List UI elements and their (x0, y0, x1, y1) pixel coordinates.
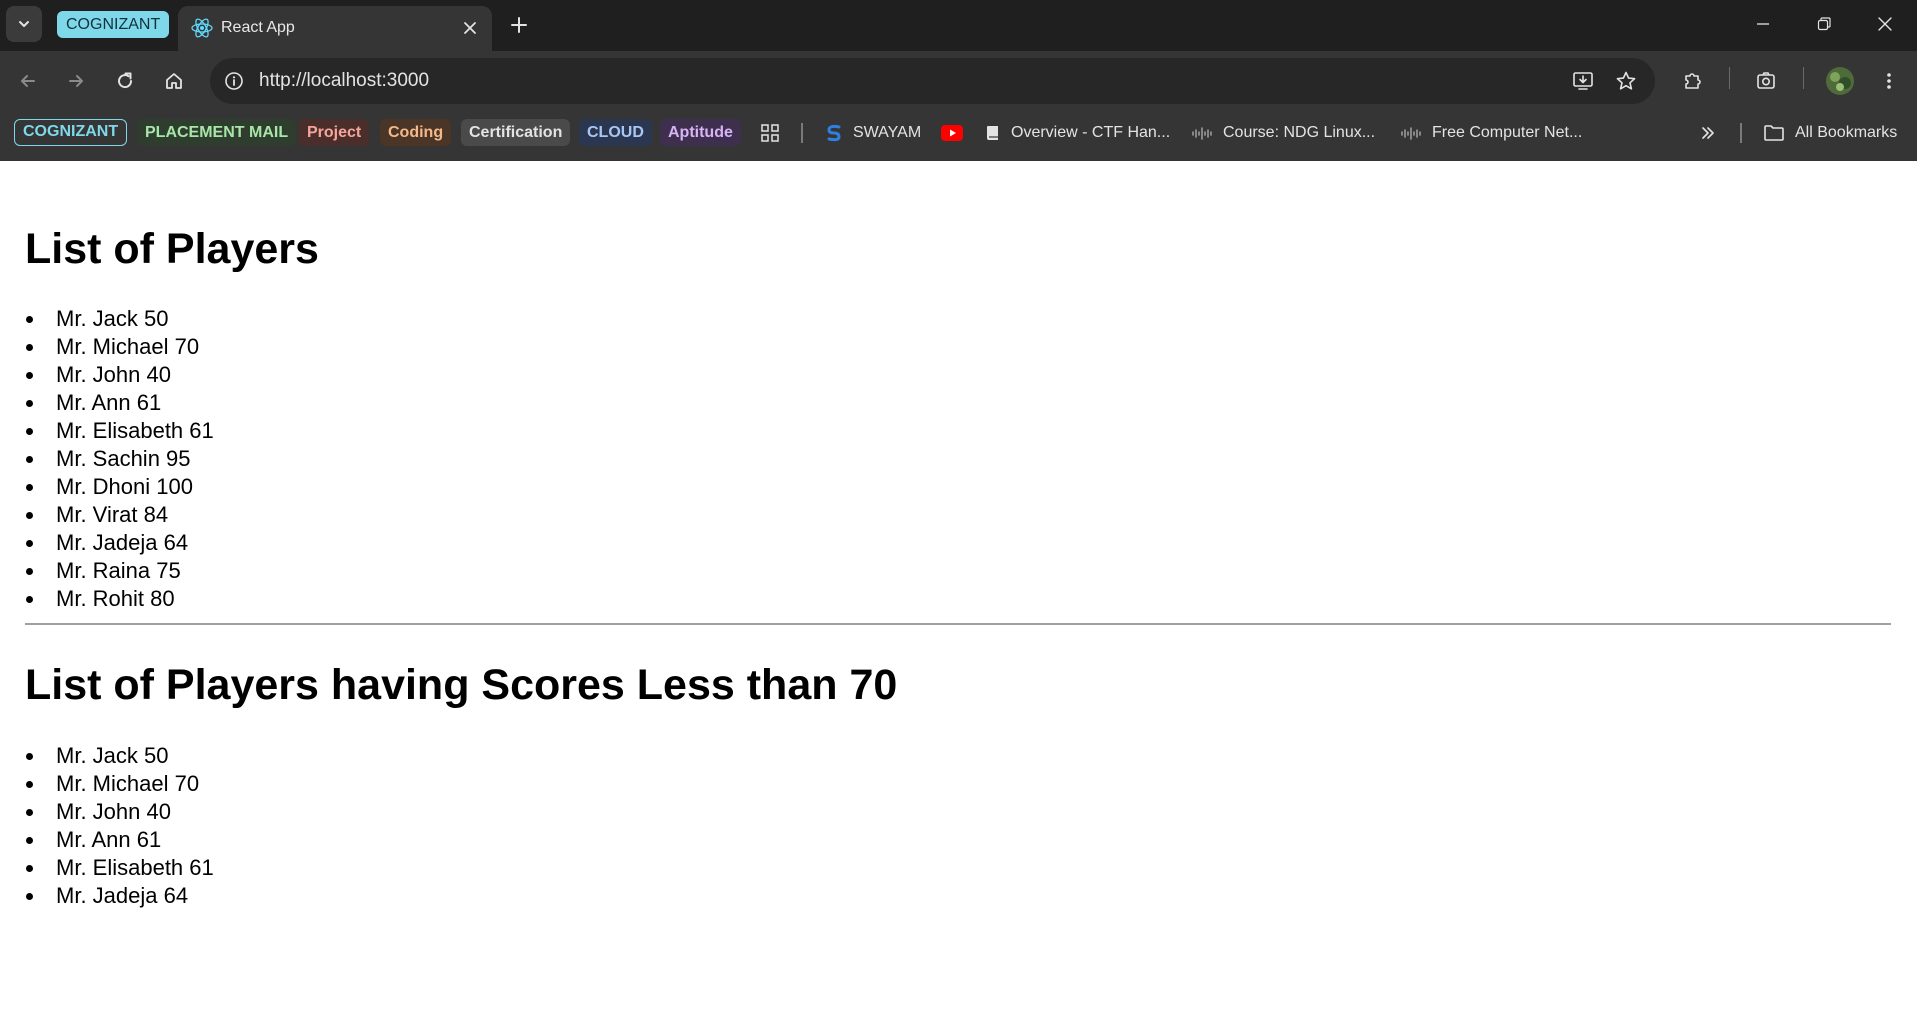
bookmark-ctf-handbook[interactable]: Overview - CTF Han... (985, 119, 1170, 146)
player-list-item: Mr. Jack 50 (25, 742, 214, 770)
plus-icon (511, 17, 527, 33)
restore-button[interactable] (1794, 0, 1854, 48)
player-list-item: Mr. Rohit 80 (25, 585, 214, 613)
home-icon (166, 73, 182, 89)
chevron-double-right-icon (1702, 126, 1714, 139)
player-list-item: Mr. Elisabeth 61 (25, 417, 214, 445)
bookmark-group-cognizant[interactable]: COGNIZANT (14, 119, 128, 146)
home-button[interactable] (156, 63, 192, 99)
player-list-item: Mr. Ann 61 (25, 389, 214, 417)
browser-chrome: COGNIZANT React App http://localhost:300… (0, 0, 1917, 161)
reload-button[interactable] (107, 63, 143, 99)
forward-button[interactable] (58, 63, 94, 99)
bookmark-group-cloud[interactable]: CLOUD (579, 119, 652, 146)
bookmark-label: Overview - CTF Han... (1011, 123, 1171, 141)
heading-filtered-players: List of Players having Scores Less than … (25, 661, 898, 709)
more-vertical-icon (1887, 73, 1891, 89)
players-list-all: Mr. Jack 50 Mr. Michael 70 Mr. John 40 Mr. … (25, 305, 214, 613)
minimize-icon (1757, 23, 1769, 25)
bookmark-group-aptitude[interactable]: Aptitude (660, 119, 741, 146)
player-list-item: Mr. John 40 (25, 361, 214, 389)
player-list-item: Mr. Michael 70 (25, 770, 214, 798)
divider (25, 623, 1891, 625)
cisco-icon (1192, 126, 1212, 140)
install-icon (1573, 72, 1593, 90)
bookmark-group-coding[interactable]: Coding (380, 119, 452, 146)
bookmark-group-project[interactable]: Project (299, 119, 370, 146)
close-icon (464, 22, 476, 34)
chevron-down-icon (19, 21, 29, 27)
bookmark-label: Free Computer Net... (1432, 123, 1583, 141)
bookmarks-bar: COGNIZANT PLACEMENT MAIL Project Coding … (0, 113, 1917, 153)
player-list-item: Mr. Elisabeth 61 (25, 854, 214, 882)
player-list-item: Mr. Jadeja 64 (25, 882, 214, 910)
player-list-item: Mr. Dhoni 100 (25, 473, 214, 501)
info-icon (225, 72, 243, 90)
star-icon (1616, 71, 1636, 90)
close-window-button[interactable] (1855, 0, 1915, 48)
bookmark-computer-networking[interactable]: Free Computer Net... (1400, 119, 1582, 146)
folder-icon (1764, 124, 1784, 141)
bookmark-label: SWAYAM (853, 123, 922, 141)
profile-button[interactable] (1822, 63, 1858, 99)
player-list-item: Mr. Ann 61 (25, 826, 214, 854)
book-icon (987, 125, 998, 140)
arrow-right-icon (69, 75, 83, 87)
cisco-icon (1401, 126, 1421, 140)
player-list-item: Mr. Raina 75 (25, 557, 214, 585)
tab-title: React App (221, 19, 295, 36)
page-content: List of Players Mr. Jack 50 Mr. Michael 7… (0, 161, 1917, 1010)
close-icon (1878, 17, 1892, 31)
bookmark-star-button[interactable] (1610, 65, 1642, 97)
heading-all-players: List of Players (25, 225, 319, 273)
bookmark-separator (1740, 123, 1742, 143)
back-button[interactable] (10, 63, 46, 99)
bookmark-ndg-linux[interactable]: Course: NDG Linux... (1191, 119, 1375, 146)
bookmark-youtube[interactable] (941, 119, 963, 146)
screenshot-button[interactable] (1748, 63, 1784, 99)
minimize-button[interactable] (1733, 0, 1793, 48)
bookmark-group-certification[interactable]: Certification (461, 119, 571, 146)
tab-search-button[interactable] (6, 6, 42, 42)
react-icon (191, 18, 213, 38)
tab-react-app[interactable]: React App (178, 6, 492, 51)
tab-close-button[interactable] (458, 16, 482, 40)
site-info-button[interactable] (218, 65, 250, 97)
reload-icon (118, 72, 133, 89)
player-list-item: Mr. Jack 50 (25, 305, 214, 333)
bookmark-separator (801, 123, 803, 143)
bookmark-label: Course: NDG Linux... (1223, 123, 1376, 141)
tab-group-label[interactable]: COGNIZANT (57, 11, 170, 38)
address-bar[interactable]: http://localhost:3000 (210, 58, 1655, 104)
player-list-item: Mr. Michael 70 (25, 333, 214, 361)
apps-button[interactable] (760, 119, 780, 146)
player-list-item: Mr. John 40 (25, 798, 214, 826)
extensions-button[interactable] (1675, 63, 1711, 99)
puzzle-icon (1685, 73, 1701, 89)
url-text[interactable]: http://localhost:3000 (259, 70, 429, 92)
youtube-icon (941, 124, 963, 141)
toolbar-separator (1803, 67, 1804, 89)
arrow-left-icon (21, 75, 35, 87)
tab-strip: COGNIZANT React App (0, 0, 1917, 51)
apps-grid-icon (761, 123, 779, 142)
player-list-item: Mr. Sachin 95 (25, 445, 214, 473)
players-list-filtered: Mr. Jack 50 Mr. Michael 70 Mr. John 40 Mr. … (25, 742, 214, 910)
new-tab-button[interactable] (504, 10, 534, 40)
camera-icon (1757, 72, 1775, 89)
restore-icon (1817, 17, 1831, 31)
install-app-button[interactable] (1567, 65, 1599, 97)
bookmark-group-placement-mail[interactable]: PLACEMENT MAIL (137, 119, 297, 146)
all-bookmarks-button[interactable]: All Bookmarks (1763, 119, 1897, 146)
bookmarks-overflow-button[interactable] (1700, 119, 1716, 146)
player-list-item: Mr. Virat 84 (25, 501, 214, 529)
menu-button[interactable] (1871, 63, 1907, 99)
toolbar: http://localhost:3000 (0, 51, 1917, 111)
bookmark-swayam[interactable]: SWAYAM (825, 119, 921, 146)
all-bookmarks-label: All Bookmarks (1795, 123, 1898, 141)
avatar (1826, 67, 1854, 95)
swayam-icon (827, 124, 841, 141)
toolbar-separator (1729, 67, 1730, 89)
player-list-item: Mr. Jadeja 64 (25, 529, 214, 557)
